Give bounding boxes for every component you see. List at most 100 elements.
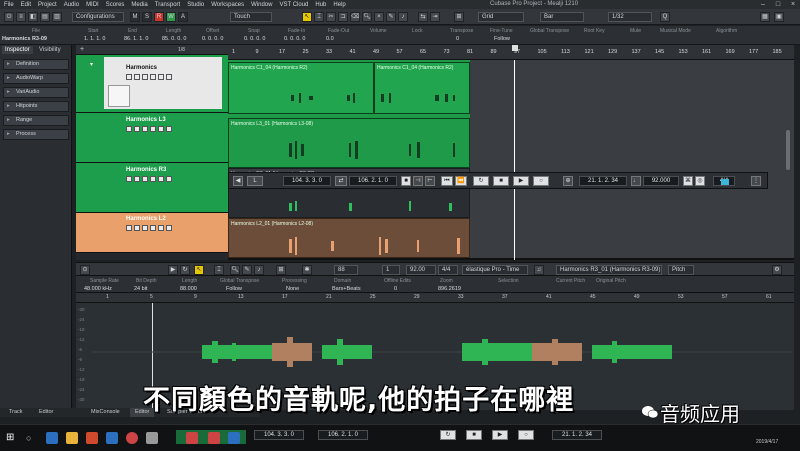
tab-track[interactable]: Track xyxy=(4,408,28,417)
inspector-section-process[interactable]: Process xyxy=(3,129,69,140)
iterative-quantize-icon[interactable]: Q xyxy=(660,12,670,22)
solo-editor-icon[interactable]: ⊙ xyxy=(80,265,90,275)
menu-vst-cloud[interactable]: VST Cloud xyxy=(279,2,308,8)
automation-mode-dropdown[interactable]: Touch xyxy=(230,12,272,22)
record-icon[interactable]: ○ xyxy=(533,176,549,186)
search-icon[interactable]: ○ xyxy=(26,432,38,444)
lock-icon[interactable]: ■ xyxy=(401,176,411,186)
vertical-scrollbar[interactable] xyxy=(786,130,790,170)
object-selection-tool-icon[interactable]: ↖ xyxy=(302,12,312,22)
info-value-length[interactable]: 85. 0. 0. 0 xyxy=(162,36,186,42)
menu-hub[interactable]: Hub xyxy=(315,2,326,8)
click-toggle-icon[interactable]: ◎ xyxy=(695,176,705,186)
info-value-file[interactable]: Harmonics R3-09 xyxy=(2,36,47,42)
menu-window[interactable]: Window xyxy=(251,2,272,8)
record-button[interactable] xyxy=(142,126,148,132)
snap-icon[interactable]: ⊞ xyxy=(276,265,286,275)
draw-tool-icon[interactable]: ✎ xyxy=(242,265,252,275)
solo-button[interactable] xyxy=(134,225,140,231)
mute-button[interactable] xyxy=(126,126,132,132)
cycle-icon[interactable]: ↻ xyxy=(473,176,489,186)
zoom-tool-icon[interactable]: 🔍︎ xyxy=(362,12,372,22)
go-to-right-icon[interactable]: ⊢ xyxy=(425,176,435,186)
sample-info-global-transpose[interactable]: Follow xyxy=(226,286,242,292)
monitor-button[interactable] xyxy=(150,74,156,80)
tempo-field[interactable]: 92.00 xyxy=(406,265,436,275)
punch-in-icon[interactable]: ◀ xyxy=(233,176,243,186)
record-button[interactable] xyxy=(142,176,148,182)
settings-icon[interactable]: ⚙ xyxy=(772,265,782,275)
mute-tool-icon[interactable]: × xyxy=(374,12,384,22)
configurations-dropdown[interactable]: Configurations xyxy=(72,12,124,22)
mode-s-button[interactable]: S xyxy=(142,12,152,22)
menu-transport[interactable]: Transport xyxy=(155,2,180,8)
audio-event[interactable]: Harmonics C1_04 (Harmonics R2) xyxy=(228,62,374,114)
solo-button[interactable] xyxy=(134,126,140,132)
media-bay-icon[interactable]: ▣ xyxy=(774,12,784,22)
project-cursor[interactable] xyxy=(514,60,515,260)
undo-history-button[interactable]: ≡ xyxy=(16,12,26,22)
solo-button[interactable] xyxy=(134,176,140,182)
track-harmonics-l3[interactable]: Harmonics L3 xyxy=(76,113,228,163)
hitpoints-icon[interactable]: ✱ xyxy=(302,265,312,275)
sample-info-zoom[interactable]: 896.2619 xyxy=(438,286,461,292)
folder-icon[interactable] xyxy=(66,432,78,444)
selection-tool-icon[interactable]: ↖ xyxy=(194,265,204,275)
app-icon[interactable] xyxy=(146,432,158,444)
event-display[interactable]: Harmonics C1_04 (Harmonics R2) Harmonics… xyxy=(228,60,794,260)
tab-editor-left[interactable]: Editor xyxy=(34,408,58,417)
rewind-icon[interactable]: ⏪ xyxy=(455,176,467,186)
monitor-button[interactable] xyxy=(150,176,156,182)
clip-name-field[interactable]: Harmonics R3_01 (Harmonics R3-09) xyxy=(556,265,662,275)
menu-studio[interactable]: Studio xyxy=(187,2,204,8)
go-to-left-icon[interactable]: ⊣ xyxy=(413,176,423,186)
taskbar-cycle-icon[interactable]: ↻ xyxy=(440,430,456,440)
split-tool-icon[interactable]: ✂ xyxy=(326,12,336,22)
read-button[interactable] xyxy=(158,126,164,132)
range-tool-icon[interactable]: ⌶ xyxy=(314,12,324,22)
play-tool-icon[interactable]: ♪ xyxy=(254,265,264,275)
inspector-section-audiowarp[interactable]: AudioWarp xyxy=(3,73,69,84)
tempo-display[interactable]: 92.000 xyxy=(643,176,679,186)
close-icon[interactable]: × xyxy=(786,0,800,9)
go-to-start-icon[interactable]: ⏮ xyxy=(441,176,453,186)
mute-button[interactable] xyxy=(126,176,132,182)
inspector-section-variaudio[interactable]: VariAudio xyxy=(3,87,69,98)
grid-type-dropdown[interactable]: Grid xyxy=(478,12,524,22)
record-button[interactable] xyxy=(142,225,148,231)
transport-menu-icon[interactable]: ⋮ xyxy=(751,176,761,186)
menu-project[interactable]: Project xyxy=(38,2,57,8)
time-format-icon[interactable]: ⊕ xyxy=(563,176,573,186)
write-button[interactable] xyxy=(166,225,172,231)
cycle-marker[interactable] xyxy=(512,45,518,51)
track-name[interactable]: Harmonics L3 xyxy=(126,117,166,123)
play-icon[interactable]: ▶ xyxy=(168,265,178,275)
minimize-icon[interactable]: – xyxy=(756,0,770,9)
app-icon[interactable] xyxy=(228,432,240,444)
play-icon[interactable]: ▶ xyxy=(513,176,529,186)
task-view-icon[interactable] xyxy=(46,432,58,444)
read-button[interactable] xyxy=(158,225,164,231)
sample-editor-ruler[interactable]: 1 5 9 13 17 21 25 29 33 37 41 45 49 53 57 61 xyxy=(76,293,794,303)
mode-r-button[interactable]: R xyxy=(154,12,164,22)
info-value-fade-out[interactable]: 0.0 xyxy=(326,36,334,42)
taskbar-stop-icon[interactable]: ■ xyxy=(466,430,482,440)
project-ruler[interactable]: 1 9 17 25 33 41 49 57 65 73 81 89 97 105 113 121 129 137 1… xyxy=(228,45,794,60)
audio-event[interactable]: Harmonics C1_04 (Harmonics R2) xyxy=(374,62,470,114)
monitor-button[interactable] xyxy=(150,126,156,132)
snap-toggle-icon[interactable]: ⊞ xyxy=(454,12,464,22)
taskbar-record-icon[interactable]: ○ xyxy=(518,430,534,440)
record-button[interactable] xyxy=(142,74,148,80)
maximize-icon[interactable]: □ xyxy=(771,0,785,9)
app-icon[interactable] xyxy=(186,432,198,444)
quantize-preset-dropdown[interactable]: 1/32 xyxy=(608,12,652,22)
taskbar-position[interactable]: 21. 1. 2. 34 xyxy=(552,430,602,440)
info-value-transpose[interactable]: 0 xyxy=(456,36,459,42)
play-tool-icon[interactable]: ♪ xyxy=(398,12,408,22)
tab-mixconsole[interactable]: MixConsole xyxy=(86,408,125,417)
taskbar-play-icon[interactable]: ▶ xyxy=(492,430,508,440)
sample-info-domain[interactable]: Bars+Beats xyxy=(332,286,361,292)
taskbar-right-locator[interactable]: 106. 2. 1. 0 xyxy=(318,430,368,440)
track-harmonics-r3[interactable]: Harmonics R3 xyxy=(76,163,228,213)
solo-button[interactable] xyxy=(134,74,140,80)
